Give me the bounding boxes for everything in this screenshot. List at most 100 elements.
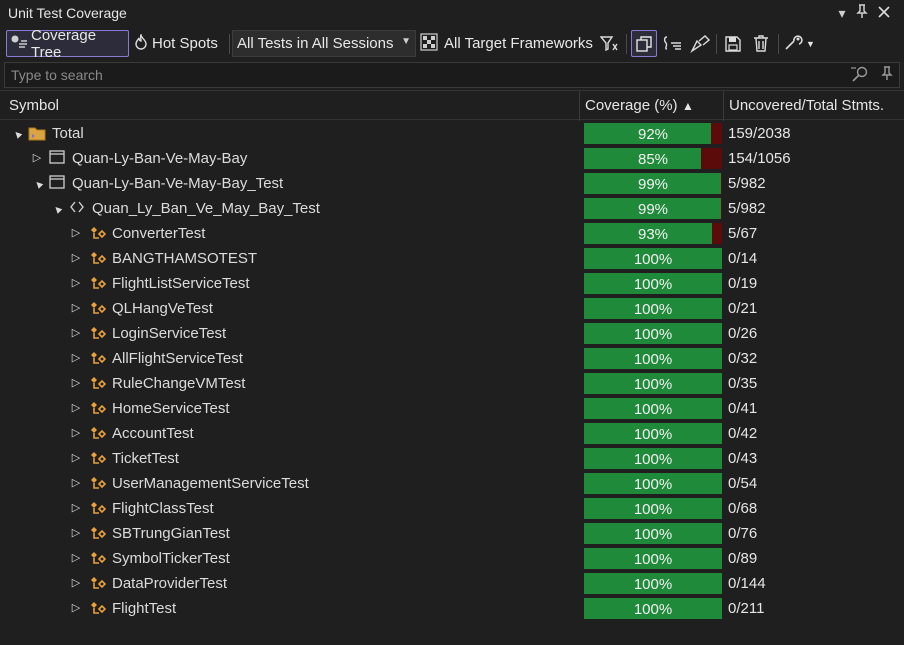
window-menu-dropdown-icon[interactable]: ▾ [832,3,852,23]
expanded-arrow-icon[interactable]: ▲ [30,176,46,192]
coverage-percent: 100% [633,426,673,443]
tree-row-class[interactable]: ▷ AllFlightServiceTest 100% 0/32 [0,346,904,371]
collapsed-arrow-icon[interactable]: ▷ [70,302,82,314]
coverage-bar: 99% [584,198,722,219]
show-code-coloring-icon[interactable] [631,30,657,57]
collapsed-arrow-icon[interactable]: ▷ [70,252,82,264]
symbol-name: SymbolTickerTest [112,550,230,567]
search-options-icon[interactable] [851,66,871,85]
column-divider[interactable] [723,91,724,121]
collapsed-arrow-icon[interactable]: ▷ [70,327,82,339]
coverage-percent: 100% [633,351,673,368]
toolbar-separator [778,34,779,54]
tree-row-class[interactable]: ▷ FlightListServiceTest 100% 0/19 [0,271,904,296]
tree-row-namespace[interactable]: ▲ Quan_Ly_Ban_Ve_May_Bay_Test 99% 5/982 [0,196,904,221]
collapsed-arrow-icon[interactable]: ▷ [70,402,82,414]
uncovered-stmts: 0/76 [728,525,758,542]
pin-icon[interactable] [881,66,893,83]
tree-row-class[interactable]: ▷ FlightClassTest 100% 0/68 [0,496,904,521]
uncovered-stmts: 0/68 [728,500,758,517]
class-icon [89,250,107,266]
coverage-tree-button[interactable]: Coverage Tree [6,27,129,61]
tree-row-class[interactable]: ▷ LoginServiceTest 100% 0/26 [0,321,904,346]
coverage-bar: 85% [584,148,722,169]
toolbar: Coverage Tree Hot Spots All Tests in All… [0,27,904,61]
uncovered-stmts: 0/144 [728,575,766,592]
uncovered-stmts: 5/67 [728,225,758,242]
collapsed-arrow-icon[interactable]: ▷ [70,452,82,464]
class-icon [89,500,107,516]
collapsed-arrow-icon[interactable]: ▷ [70,602,82,614]
tree-row-class[interactable]: ▷ TicketTest 100% 0/43 [0,446,904,471]
uncovered-stmts: 5/982 [728,200,766,217]
tree-row-class[interactable]: ▷ DataProviderTest 100% 0/144 [0,571,904,596]
collapsed-arrow-icon[interactable]: ▷ [70,527,82,539]
coverage-percent: 100% [633,301,673,318]
symbol-name: RuleChangeVMTest [112,375,246,392]
save-icon[interactable] [722,30,744,57]
tree-row-class[interactable]: ▷ BANGTHAMSOTEST 100% 0/14 [0,246,904,271]
settings-dropdown-button[interactable]: ▼ [784,30,820,57]
session-select[interactable]: All Tests in All Sessions ▼ [232,30,416,57]
search-input[interactable] [11,66,831,84]
session-select-value: All Tests in All Sessions [237,35,394,52]
class-icon [89,225,107,241]
tree-row-class[interactable]: ▷ UserManagementServiceTest 100% 0/54 [0,471,904,496]
tree-row-class[interactable]: ▷ RuleChangeVMTest 100% 0/35 [0,371,904,396]
coverage-percent: 100% [633,576,673,593]
collapsed-arrow-icon[interactable]: ▷ [70,552,82,564]
tree-row-class[interactable]: ▷ FlightTest 100% 0/211 [0,596,904,621]
symbol-name: AllFlightServiceTest [112,350,243,367]
uncovered-stmts: 0/26 [728,325,758,342]
hot-spots-button[interactable]: Hot Spots [134,30,226,57]
coverage-percent: 100% [633,251,673,268]
coverage-percent: 100% [633,501,673,518]
collapsed-arrow-icon[interactable]: ▷ [70,577,82,589]
expanded-arrow-icon[interactable]: ▲ [49,201,65,217]
tree-row-project[interactable]: ▲ Quan-Ly-Ban-Ve-May-Bay_Test 99% 5/982 [0,171,904,196]
filter-icon[interactable] [600,30,622,57]
tree-row-class[interactable]: ▷ SBTrungGianTest 100% 0/76 [0,521,904,546]
collapsed-arrow-icon[interactable]: ▷ [70,502,82,514]
symbol-name: Quan-Ly-Ban-Ve-May-Bay [72,150,248,167]
close-icon[interactable] [874,3,894,23]
tree-row-project[interactable]: ▷ Quan-Ly-Ban-Ve-May-Bay 85% 154/1056 [0,146,904,171]
coverage-bar: 100% [584,523,722,544]
uncovered-stmts: 0/32 [728,350,758,367]
collapsed-arrow-icon[interactable]: ▷ [70,352,82,364]
symbol-name: AccountTest [112,425,194,442]
uncovered-column-header[interactable]: Uncovered/Total Stmts. [729,97,884,114]
tree-row-class[interactable]: ▷ SymbolTickerTest 100% 0/89 [0,546,904,571]
tree-row-class[interactable]: ▷ AccountTest 100% 0/42 [0,421,904,446]
tree-row-class[interactable]: ▷ QLHangVeTest 100% 0/21 [0,296,904,321]
namespace-icon [69,200,85,216]
column-divider[interactable] [579,91,580,121]
symbol-name: LoginServiceTest [112,325,227,342]
chevron-down-icon: ▼ [401,36,411,47]
target-frameworks-button[interactable]: All Target Frameworks [420,30,596,57]
class-icon [89,300,107,316]
tree-row-class[interactable]: ▷ ConverterTest 93% 5/67 [0,221,904,246]
collapsed-arrow-icon[interactable]: ▷ [70,427,82,439]
collapsed-arrow-icon[interactable]: ▷ [70,227,82,239]
collapsed-arrow-icon[interactable]: ▷ [70,277,82,289]
expanded-arrow-icon[interactable]: ▲ [9,126,25,142]
coverage-column-header[interactable]: Coverage (%) [585,97,678,114]
tree-row-class[interactable]: ▷ HomeServiceTest 100% 0/41 [0,396,904,421]
class-icon [89,600,107,616]
tree-row-total[interactable]: ▲ Total 92% 159/2038 [0,121,904,146]
collapsed-arrow-icon[interactable]: ▷ [70,377,82,389]
class-icon [89,275,107,291]
pin-icon[interactable] [852,3,872,23]
go-to-source-icon[interactable] [660,30,684,57]
delete-icon[interactable] [750,30,772,57]
collapsed-arrow-icon[interactable]: ▷ [31,152,43,164]
coverage-percent: 100% [633,476,673,493]
coverage-percent: 92% [637,126,669,143]
highlight-icon[interactable] [688,30,712,57]
symbol-column-header[interactable]: Symbol [9,97,59,114]
symbol-name: QLHangVeTest [112,300,213,317]
toolbar-separator [716,34,717,54]
collapsed-arrow-icon[interactable]: ▷ [70,477,82,489]
coverage-bar: 100% [584,498,722,519]
